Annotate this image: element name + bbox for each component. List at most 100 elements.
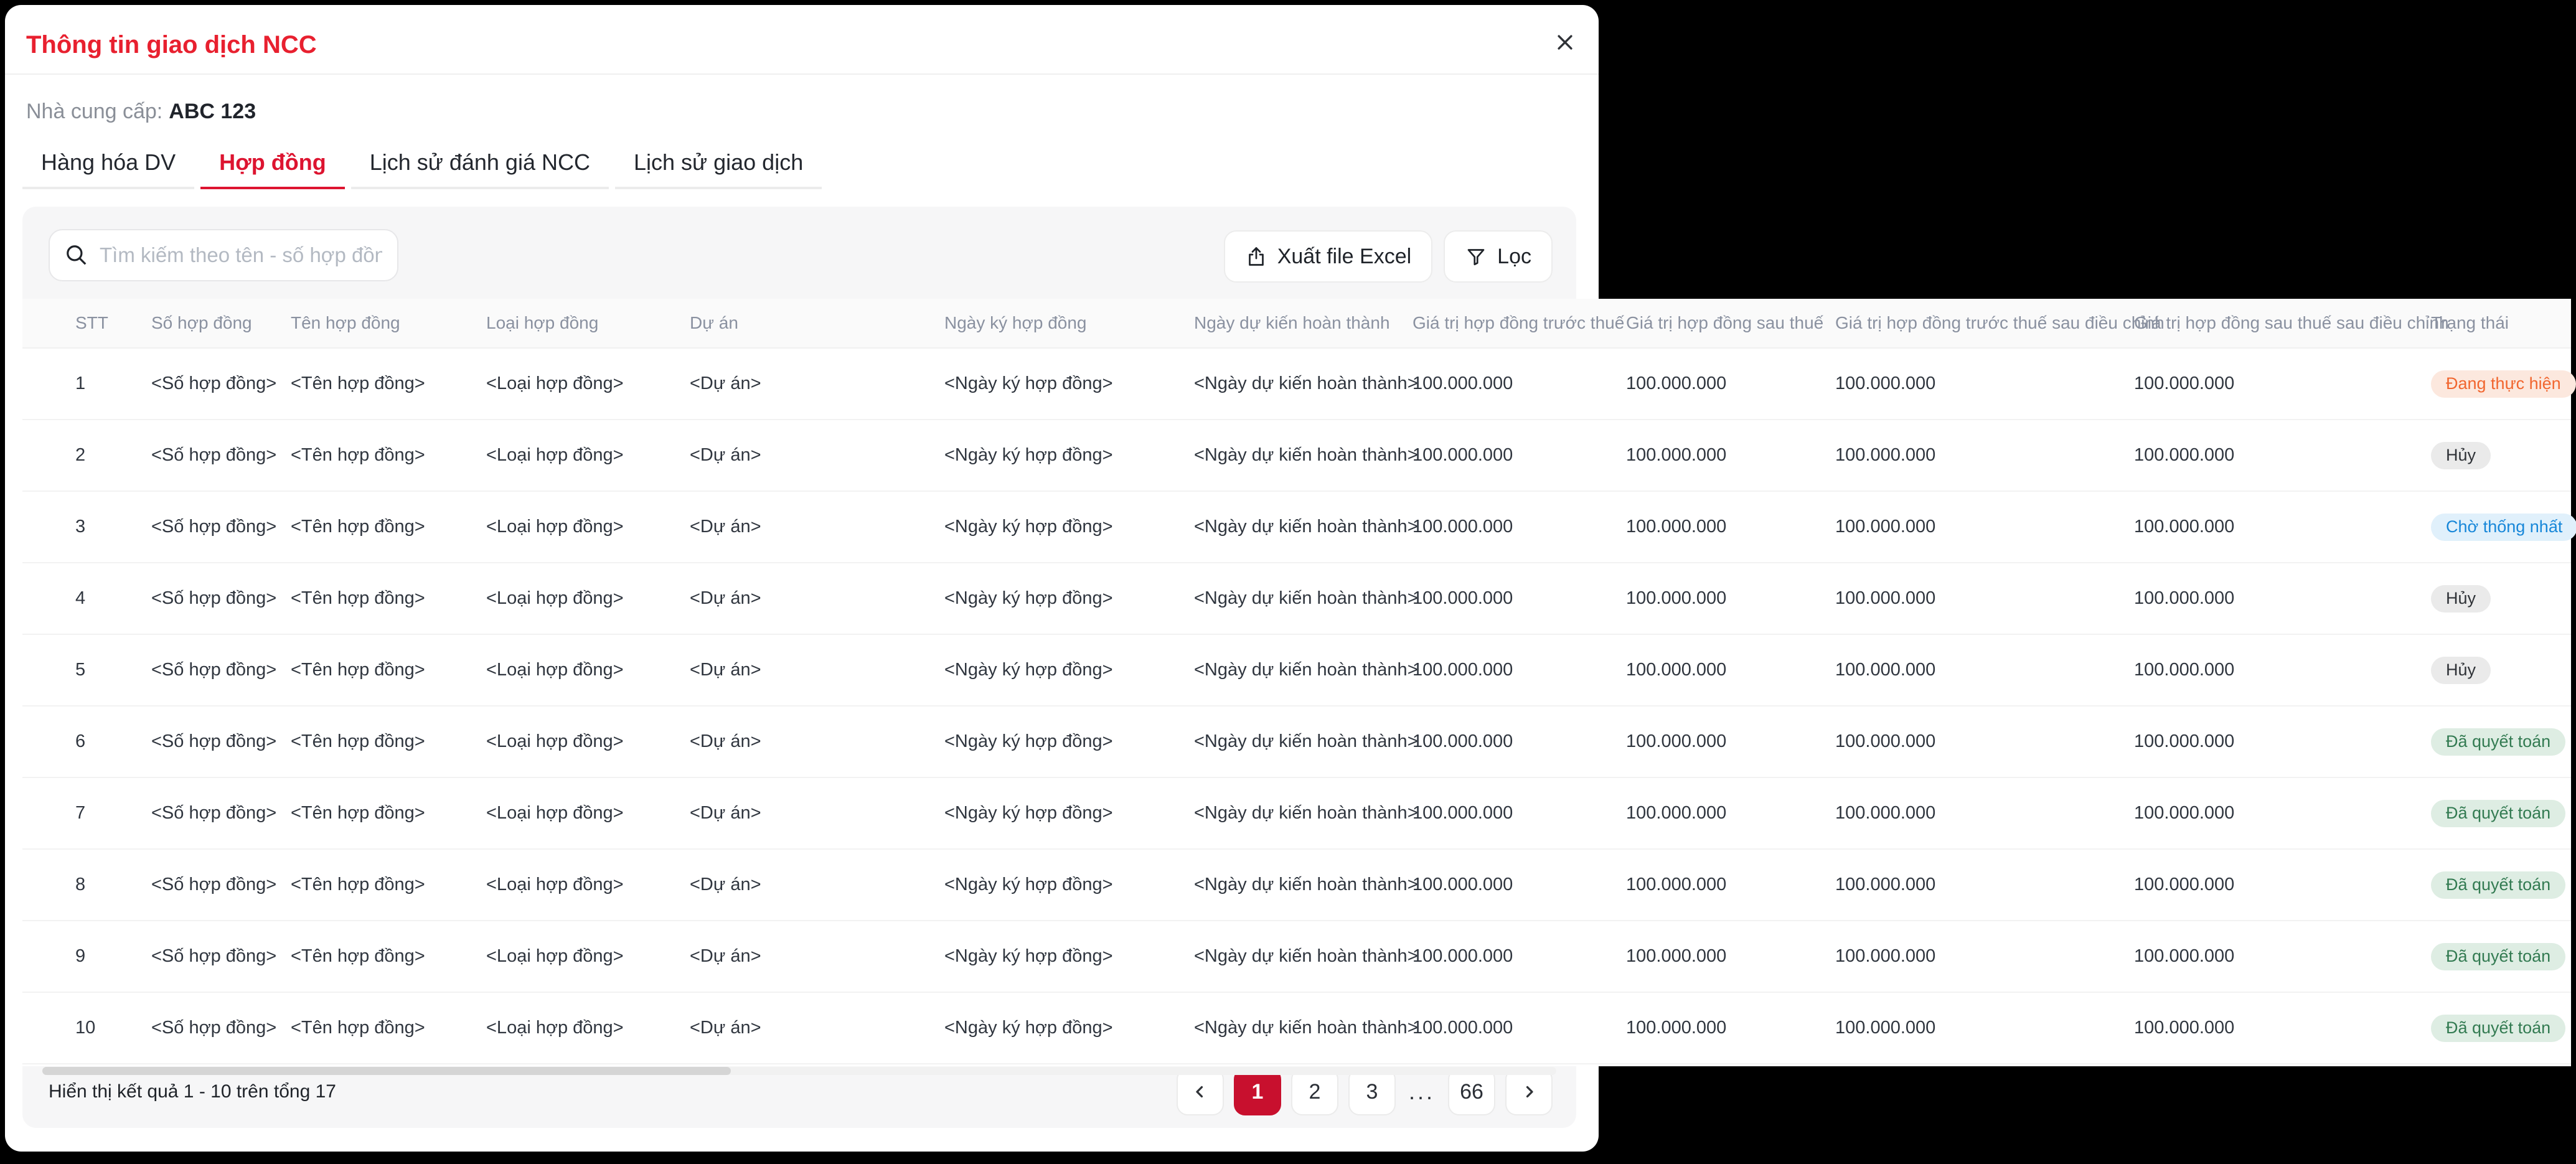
cell-contract-type: <Loại hợp đồng> <box>486 588 690 609</box>
page-button-2[interactable]: 2 <box>1291 1068 1338 1115</box>
filter-button[interactable]: Lọc <box>1444 230 1553 283</box>
table-row: 5<Số hợp đồng><Tên hợp đồng><Loại hợp đồ… <box>22 635 2571 706</box>
cell-contract-name: <Tên hợp đồng> <box>291 803 486 824</box>
filter-label: Lọc <box>1497 245 1531 269</box>
table-row: 7<Số hợp đồng><Tên hợp đồng><Loại hợp đồ… <box>22 778 2571 850</box>
supplier-line: Nhà cung cấp:ABC 123 <box>26 100 256 124</box>
cell-contract-no[interactable]: <Số hợp đồng> <box>151 803 291 824</box>
cell-status: Hủy <box>2431 585 2571 613</box>
cell-status: Hủy <box>2431 442 2571 469</box>
table-body: 1<Số hợp đồng><Tên hợp đồng><Loại hợp đồ… <box>22 349 2571 1064</box>
column-header-4: Dự án <box>690 313 944 333</box>
cell-project: <Dự án> <box>690 731 944 752</box>
cell-value-pre-tax-adjusted: 100.000.000 <box>1835 731 2134 752</box>
cell-project: <Dự án> <box>690 875 944 895</box>
cell-contract-no[interactable]: <Số hợp đồng> <box>151 875 291 895</box>
cell-value-pre-tax: 100.000.000 <box>1413 445 1626 466</box>
cell-value-post-tax-adjusted: 100.000.000 <box>2134 588 2431 609</box>
filter-icon <box>1465 245 1487 268</box>
status-badge: Chờ thống nhất <box>2431 514 2576 541</box>
column-header-1: Số hợp đồng <box>151 313 291 333</box>
results-summary: Hiển thị kết quả 1 - 10 trên tổng 17 <box>49 1081 336 1102</box>
horizontal-scrollbar[interactable] <box>42 1067 1556 1075</box>
chevron-right-icon <box>1520 1082 1538 1101</box>
cell-project: <Dự án> <box>690 803 944 824</box>
cell-contract-no[interactable]: <Số hợp đồng> <box>151 588 291 609</box>
scrollbar-thumb[interactable] <box>42 1067 731 1075</box>
cell-expected-finish-date: <Ngày dự kiến hoàn thành> <box>1194 588 1413 609</box>
status-badge: Hủy <box>2431 585 2491 613</box>
cell-contract-type: <Loại hợp đồng> <box>486 373 690 394</box>
cell-contract-name: <Tên hợp đồng> <box>291 660 486 680</box>
cell-sign-date: <Ngày ký hợp đồng> <box>944 373 1194 394</box>
cell-value-pre-tax-adjusted: 100.000.000 <box>1835 588 2134 609</box>
cell-sign-date: <Ngày ký hợp đồng> <box>944 803 1194 824</box>
export-icon <box>1245 245 1267 268</box>
page-button-1[interactable]: 1 <box>1234 1068 1281 1115</box>
cell-value-pre-tax-adjusted: 100.000.000 <box>1835 875 2134 895</box>
cell-sign-date: <Ngày ký hợp đồng> <box>944 445 1194 466</box>
cell-contract-no[interactable]: <Số hợp đồng> <box>151 731 291 752</box>
page-button-3[interactable]: 3 <box>1348 1068 1396 1115</box>
close-button[interactable] <box>1548 25 1582 60</box>
tab-4[interactable]: Lịch sử giao dịch <box>615 138 822 189</box>
status-badge: Đã quyết toán <box>2431 800 2565 827</box>
cell-expected-finish-date: <Ngày dự kiến hoàn thành> <box>1194 517 1413 537</box>
cell-value-post-tax-adjusted: 100.000.000 <box>2134 517 2431 537</box>
cell-contract-no[interactable]: <Số hợp đồng> <box>151 946 291 967</box>
next-page-button[interactable] <box>1505 1068 1553 1115</box>
cell-contract-type: <Loại hợp đồng> <box>486 660 690 680</box>
contracts-table: STTSố hợp đồngTên hợp đồngLoại hợp đồngD… <box>22 299 2571 1066</box>
cell-contract-name: <Tên hợp đồng> <box>291 445 486 466</box>
column-header-0: STT <box>75 313 151 333</box>
cell-status: Đã quyết toán <box>2431 800 2571 827</box>
cell-value-pre-tax-adjusted: 100.000.000 <box>1835 445 2134 466</box>
cell-value-post-tax: 100.000.000 <box>1626 660 1835 680</box>
page-title: Thông tin giao dịch NCC <box>26 31 317 59</box>
cell-contract-type: <Loại hợp đồng> <box>486 445 690 466</box>
cell-contract-no[interactable]: <Số hợp đồng> <box>151 445 291 466</box>
cell-contract-no[interactable]: <Số hợp đồng> <box>151 1018 291 1038</box>
table-header-row: STTSố hợp đồngTên hợp đồngLoại hợp đồngD… <box>22 299 2571 349</box>
column-header-5: Ngày ký hợp đồng <box>944 313 1194 333</box>
supplier-value: ABC 123 <box>169 100 256 123</box>
search-icon <box>65 243 88 267</box>
cell-sign-date: <Ngày ký hợp đồng> <box>944 517 1194 537</box>
cell-stt: 3 <box>75 517 151 537</box>
close-icon <box>1554 32 1576 53</box>
status-badge: Đang thực hiện <box>2431 370 2576 398</box>
cell-project: <Dự án> <box>690 445 944 466</box>
cell-stt: 10 <box>75 1018 151 1038</box>
cell-contract-type: <Loại hợp đồng> <box>486 517 690 537</box>
cell-sign-date: <Ngày ký hợp đồng> <box>944 588 1194 609</box>
column-header-7: Giá trị hợp đồng trước thuế <box>1413 313 1626 333</box>
cell-stt: 4 <box>75 588 151 609</box>
search-input[interactable] <box>49 229 398 281</box>
cell-value-pre-tax: 100.000.000 <box>1413 875 1626 895</box>
column-header-11: Trạng thái <box>2431 313 2571 333</box>
page-button-66[interactable]: 66 <box>1448 1068 1495 1115</box>
cell-value-post-tax-adjusted: 100.000.000 <box>2134 373 2431 394</box>
search-field[interactable] <box>100 243 382 267</box>
cell-contract-name: <Tên hợp đồng> <box>291 946 486 967</box>
cell-status: Đã quyết toán <box>2431 1015 2571 1042</box>
cell-stt: 7 <box>75 803 151 824</box>
cell-contract-no[interactable]: <Số hợp đồng> <box>151 660 291 680</box>
tab-3[interactable]: Lịch sử đánh giá NCC <box>351 138 609 189</box>
cell-sign-date: <Ngày ký hợp đồng> <box>944 875 1194 895</box>
table-row: 9<Số hợp đồng><Tên hợp đồng><Loại hợp đồ… <box>22 921 2571 993</box>
cell-status: Đã quyết toán <box>2431 728 2571 756</box>
cell-project: <Dự án> <box>690 660 944 680</box>
cell-contract-name: <Tên hợp đồng> <box>291 731 486 752</box>
tab-1[interactable]: Hàng hóa DV <box>22 138 194 189</box>
tab-2[interactable]: Hợp đồng <box>200 138 345 189</box>
prev-page-button[interactable] <box>1177 1068 1224 1115</box>
cell-contract-no[interactable]: <Số hợp đồng> <box>151 517 291 537</box>
cell-value-pre-tax-adjusted: 100.000.000 <box>1835 803 2134 824</box>
cell-contract-no[interactable]: <Số hợp đồng> <box>151 373 291 394</box>
toolbar-buttons: Xuất file Excel Lọc <box>1224 230 1553 283</box>
cell-value-pre-tax-adjusted: 100.000.000 <box>1835 1018 2134 1038</box>
table-row: 8<Số hợp đồng><Tên hợp đồng><Loại hợp đồ… <box>22 850 2571 921</box>
status-badge: Đã quyết toán <box>2431 943 2565 970</box>
export-excel-button[interactable]: Xuất file Excel <box>1224 230 1432 283</box>
